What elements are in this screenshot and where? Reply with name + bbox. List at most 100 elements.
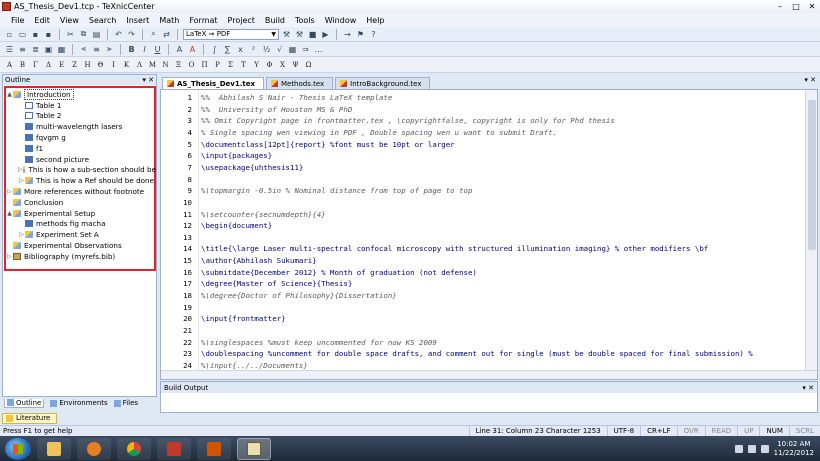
table-icon[interactable]: ▦ xyxy=(56,44,67,55)
outline-item[interactable]: ▷ Bibliography (myrefs.bib) xyxy=(6,251,156,262)
align-center-icon[interactable]: ≡ xyxy=(91,44,102,55)
code-line[interactable]: \input{packages} xyxy=(201,151,272,160)
code-line[interactable]: \title{\large Laser multi-spectral confo… xyxy=(201,244,708,253)
outline-item[interactable]: fqvgm g xyxy=(6,132,156,143)
code-line[interactable]: %% Omit Copyright page in frontmatter.te… xyxy=(201,116,615,125)
matrix-icon[interactable]: ▦ xyxy=(287,44,298,55)
greek-symbol-button[interactable]: Γ xyxy=(30,61,41,69)
taskbar-chrome[interactable] xyxy=(117,437,151,460)
outline-item[interactable]: ▲ Experimental Setup xyxy=(6,208,156,219)
close-icon[interactable]: ✕ xyxy=(804,1,820,12)
expand-toggle-icon[interactable]: ▷ xyxy=(18,177,25,184)
tab-list-close-icon[interactable]: ▾ ✕ xyxy=(804,76,816,84)
outline-item[interactable]: methods fig macha xyxy=(6,219,156,230)
greek-symbol-button[interactable]: Ψ xyxy=(290,61,301,69)
bookmark-icon[interactable]: ⚑ xyxy=(355,29,366,40)
list-description-icon[interactable]: ≣ xyxy=(30,44,41,55)
greek-symbol-button[interactable]: Ξ xyxy=(173,61,184,69)
outline-item[interactable]: ▷ More references without footnote xyxy=(6,186,156,197)
greek-symbol-button[interactable]: Χ xyxy=(277,61,288,69)
scrollbar-thumb[interactable] xyxy=(808,100,816,250)
expand-toggle-icon[interactable]: ▷ xyxy=(6,188,13,195)
outline-item[interactable]: f1 xyxy=(6,143,156,154)
menu-item-view[interactable]: View xyxy=(55,16,84,25)
stop-build-icon[interactable]: ■ xyxy=(307,29,318,40)
font-color-icon[interactable]: A xyxy=(187,44,198,55)
outline-item[interactable]: Experimental Observations xyxy=(6,240,156,251)
outline-item[interactable]: second picture xyxy=(6,154,156,165)
code-line[interactable]: \submitdate{December 2012} % Month of gr… xyxy=(201,268,477,277)
code-line[interactable]: %\setcounter{secnumdepth}{4} xyxy=(201,210,326,219)
code-editor[interactable]: 1234567891011121314151617181920212223242… xyxy=(160,89,818,380)
expand-toggle-icon[interactable]: ▷ xyxy=(18,231,25,238)
taskbar-acrobat[interactable] xyxy=(157,437,191,460)
code-area[interactable]: %% Abhilash S Nair - Thesis LaTeX templa… xyxy=(201,90,801,379)
code-line[interactable]: %% University of Houston MS & PhD xyxy=(201,105,352,114)
save-all-icon[interactable]: ▪ xyxy=(43,29,54,40)
taskbar-texniccenter[interactable] xyxy=(237,437,271,460)
menu-item-file[interactable]: File xyxy=(6,16,29,25)
subscript-icon[interactable]: x xyxy=(235,44,246,55)
code-line[interactable]: %\input{../../Documents} xyxy=(201,361,308,370)
align-right-icon[interactable]: ⫸ xyxy=(104,44,115,55)
taskbar-media-player[interactable] xyxy=(77,437,111,460)
taskbar-clock[interactable]: 10:02 AM 11/22/2012 xyxy=(774,440,814,458)
italic-icon[interactable]: I xyxy=(139,44,150,55)
math-display-icon[interactable]: ∑ xyxy=(222,44,233,55)
open-folder-icon[interactable]: ▭ xyxy=(17,29,28,40)
list-itemize-icon[interactable]: ☰ xyxy=(4,44,15,55)
minimize-icon[interactable]: – xyxy=(772,1,788,12)
code-line[interactable]: \begin{document} xyxy=(201,221,272,230)
align-left-icon[interactable]: ⫷ xyxy=(78,44,89,55)
greek-symbol-button[interactable]: Π xyxy=(199,61,210,69)
copy-icon[interactable]: ⧉ xyxy=(78,29,89,40)
outline-item[interactable]: Table 1 xyxy=(6,100,156,111)
fraction-icon[interactable]: ½ xyxy=(261,44,272,55)
code-line[interactable]: %\singlespaces %must keep uncommented fo… xyxy=(201,338,437,347)
outline-item[interactable]: ▷ Experiment Set A xyxy=(6,229,156,240)
replace-icon[interactable]: ⇄ xyxy=(161,29,172,40)
greek-symbol-button[interactable]: Φ xyxy=(264,61,275,69)
build-icon[interactable]: ⚒ xyxy=(281,29,292,40)
paste-icon[interactable]: ▤ xyxy=(91,29,102,40)
figure-icon[interactable]: ▣ xyxy=(43,44,54,55)
arrow-icon[interactable]: ⇒ xyxy=(300,44,311,55)
outline-item[interactable]: ▲ Introduction xyxy=(6,88,156,100)
greek-symbol-button[interactable]: Ρ xyxy=(212,61,223,69)
menu-item-project[interactable]: Project xyxy=(223,16,260,25)
output-profile-select[interactable]: LaTeX ⇒ PDF ▼ xyxy=(183,28,279,40)
code-line[interactable]: % Single spacing wen viewing in PDF , Do… xyxy=(201,128,557,137)
underline-icon[interactable]: U xyxy=(152,44,163,55)
font-size-icon[interactable]: A xyxy=(174,44,185,55)
outline-item[interactable]: multi-wavelength lasers xyxy=(6,121,156,132)
outline-item[interactable]: Table 2 xyxy=(6,111,156,122)
greek-symbol-button[interactable]: Υ xyxy=(251,61,262,69)
greek-symbol-button[interactable]: Β xyxy=(17,61,28,69)
expand-toggle-icon[interactable]: ▷ xyxy=(18,166,23,173)
code-line[interactable]: %\degree{Doctor of Philosophy}{Dissertat… xyxy=(201,291,397,300)
greek-symbol-button[interactable]: Ζ xyxy=(69,61,80,69)
math-inline-icon[interactable]: ∫ xyxy=(209,44,220,55)
outline-item[interactable]: Conclusion xyxy=(6,197,156,208)
bold-icon[interactable]: B xyxy=(126,44,137,55)
network-icon[interactable] xyxy=(747,444,756,453)
expand-toggle-icon[interactable]: ▷ xyxy=(6,253,13,260)
expand-toggle-icon[interactable]: ▲ xyxy=(6,210,13,217)
greek-symbol-button[interactable]: Η xyxy=(82,61,93,69)
greek-symbol-button[interactable]: Ο xyxy=(186,61,197,69)
menu-item-build[interactable]: Build xyxy=(260,16,290,25)
greek-symbol-button[interactable]: Ν xyxy=(160,61,171,69)
undo-icon[interactable]: ↶ xyxy=(113,29,124,40)
code-line[interactable]: %% Abhilash S Nair - Thesis LaTeX templa… xyxy=(201,93,392,102)
vertical-scrollbar[interactable] xyxy=(805,90,817,379)
view-output-icon[interactable]: ▶ xyxy=(320,29,331,40)
greek-symbol-button[interactable]: Λ xyxy=(134,61,145,69)
menu-item-search[interactable]: Search xyxy=(84,16,121,25)
greek-symbol-button[interactable]: Σ xyxy=(225,61,236,69)
outline-item[interactable]: ▷ This is how a sub-section should be xyxy=(6,165,156,176)
expand-toggle-icon[interactable]: ▲ xyxy=(6,91,13,98)
tab-document-main[interactable]: AS_Thesis_Dev1.tex xyxy=(162,77,264,89)
code-line[interactable]: \documentclass[12pt]{report} %font must … xyxy=(201,140,455,149)
greek-symbol-button[interactable]: Δ xyxy=(43,61,54,69)
save-icon[interactable]: ▪ xyxy=(30,29,41,40)
